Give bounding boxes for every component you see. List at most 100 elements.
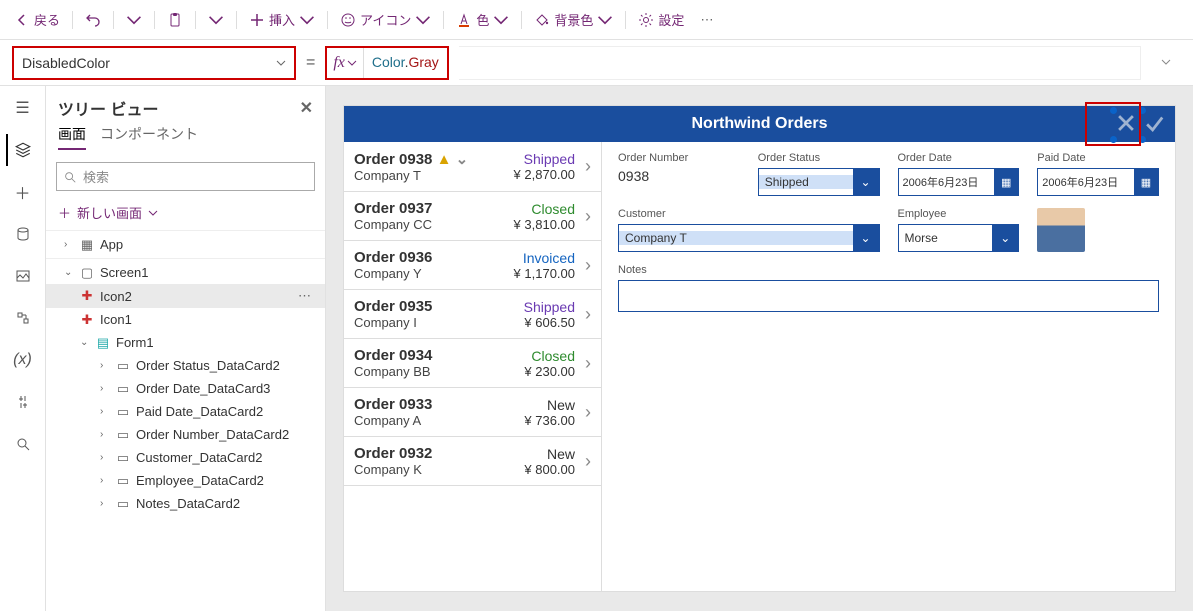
property-selector[interactable]: DisabledColor <box>12 46 296 80</box>
icon-button[interactable]: アイコン <box>334 6 437 33</box>
chevron-down-icon <box>126 12 142 28</box>
rail-flow[interactable] <box>7 302 39 334</box>
undo-chevron[interactable] <box>120 8 148 32</box>
separator <box>113 11 114 29</box>
card-icon: ▭ <box>116 359 130 373</box>
tree-node-dc-cust[interactable]: ›▭Customer_DataCard2 <box>46 446 325 469</box>
overflow-button[interactable]: ⋯ <box>694 8 719 32</box>
tree-node-dc-num[interactable]: ›▭Order Number_DataCard2 <box>46 423 325 446</box>
order-company: Company CC <box>354 217 508 232</box>
fx-button[interactable]: fx <box>327 48 364 78</box>
order-row[interactable]: Order 0937Company CCClosed¥ 3,810.00› <box>344 192 601 241</box>
order-row[interactable]: Order 0933Company ANew¥ 736.00› <box>344 388 601 437</box>
order-company: Company Y <box>354 266 508 281</box>
rail-tools[interactable] <box>7 386 39 418</box>
customer-combo[interactable]: Company T⌄ <box>618 224 880 252</box>
combo-text: Morse <box>899 231 993 245</box>
icon-icon: ✚ <box>80 313 94 327</box>
rail-data[interactable] <box>7 218 39 250</box>
separator <box>443 11 444 29</box>
insert-button[interactable]: 挿入 <box>243 6 321 33</box>
orderdate-picker[interactable]: 2006年6月23日▦ <box>898 168 1020 196</box>
tree-search[interactable]: 検索 <box>56 162 315 191</box>
paiddate-picker[interactable]: 2006年6月23日▦ <box>1037 168 1159 196</box>
warning-icon: ▲ <box>437 151 452 168</box>
new-screen-button[interactable]: ＋ 新しい画面 <box>46 197 325 228</box>
confirm-icon[interactable] <box>1143 112 1165 134</box>
separator <box>46 258 325 259</box>
layers-icon <box>14 141 32 159</box>
color-button[interactable]: 色 <box>450 6 515 33</box>
tab-screens[interactable]: 画面 <box>58 124 86 150</box>
icon-label: アイコン <box>360 10 411 29</box>
expand-icon: ⌄ <box>80 337 90 348</box>
chevron-right-icon: › <box>581 255 591 276</box>
bgcolor-button[interactable]: 背景色 <box>528 6 619 33</box>
paste-button[interactable] <box>161 8 189 32</box>
rail-insert[interactable]: ＋ <box>7 176 39 208</box>
tree-node-dc-notes[interactable]: ›▭Notes_DataCard2 <box>46 492 325 515</box>
order-row[interactable]: Order 0932Company KNew¥ 800.00› <box>344 437 601 486</box>
field-orderstatus: Order Status Shipped⌄ <box>758 152 880 196</box>
field-orderdate: Order Date 2006年6月23日▦ <box>898 152 1020 196</box>
tree-label: Icon2 <box>100 289 132 304</box>
expand-icon: › <box>100 429 110 440</box>
order-row[interactable]: Order 0938 ▲ ⌄Company TShipped¥ 2,870.00… <box>344 142 601 192</box>
tree-node-screen1[interactable]: ⌄▢Screen1 <box>46 261 325 284</box>
status-combo[interactable]: Shipped⌄ <box>758 168 880 196</box>
undo-button[interactable] <box>79 8 107 32</box>
order-list[interactable]: Order 0938 ▲ ⌄Company TShipped¥ 2,870.00… <box>344 142 602 591</box>
formula-token-1: Color <box>372 54 405 70</box>
formula-extend[interactable] <box>459 46 1141 80</box>
tab-components[interactable]: コンポーネント <box>100 124 198 150</box>
tree-node-app[interactable]: ›▦App <box>46 233 325 256</box>
selection-handles <box>1113 110 1143 140</box>
label: Order Date <box>898 152 1020 164</box>
tree-node-dc-emp[interactable]: ›▭Employee_DataCard2 <box>46 469 325 492</box>
notes-input[interactable] <box>618 280 1159 312</box>
close-icon[interactable]: ✕ <box>300 98 313 118</box>
rail-hamburger[interactable]: ☰ <box>7 92 39 124</box>
app-title: Northwind Orders <box>691 115 827 133</box>
tree-title: ツリー ビュー <box>58 96 158 120</box>
tree-node-form1[interactable]: ⌄▤Form1 <box>46 331 325 354</box>
label: Order Status <box>758 152 880 164</box>
calendar-icon: ▦ <box>1134 169 1158 195</box>
field-notes: Notes <box>618 264 1159 312</box>
rail-tree[interactable] <box>6 134 38 166</box>
card-icon: ▭ <box>116 405 130 419</box>
icon-icon: ✚ <box>80 289 94 303</box>
tree-node-dc-status[interactable]: ›▭Order Status_DataCard2 <box>46 354 325 377</box>
label: Notes <box>618 264 1159 276</box>
tree-label: Icon1 <box>100 312 132 327</box>
tree-node-icon2[interactable]: ✚ Icon2 ⋯ <box>46 284 325 308</box>
order-row[interactable]: Order 0936Company YInvoiced¥ 1,170.00› <box>344 241 601 290</box>
order-status: Closed <box>524 348 575 364</box>
formula-bar[interactable]: fx Color.Gray <box>325 46 448 80</box>
clipboard-icon <box>167 12 183 28</box>
rail-variables[interactable]: (x) <box>7 344 39 376</box>
employee-combo[interactable]: Morse⌄ <box>898 224 1020 252</box>
more-icon[interactable]: ⋯ <box>298 288 319 304</box>
tree-node-dc-paid[interactable]: ›▭Paid Date_DataCard2 <box>46 400 325 423</box>
card-icon: ▭ <box>116 451 130 465</box>
tree-node-icon1[interactable]: ✚ Icon1 <box>46 308 325 331</box>
rail-search[interactable] <box>7 428 39 460</box>
label: Order Number <box>618 152 740 164</box>
rail-media[interactable] <box>7 260 39 292</box>
order-title: Order 0932 <box>354 445 518 462</box>
settings-button[interactable]: 設定 <box>632 6 690 33</box>
order-status: Shipped <box>514 151 575 167</box>
formula-input[interactable]: Color.Gray <box>364 54 447 71</box>
tree-label: Form1 <box>116 335 154 350</box>
tree-node-dc-orderdate[interactable]: ›▭Order Date_DataCard3 <box>46 377 325 400</box>
order-row[interactable]: Order 0934Company BBClosed¥ 230.00› <box>344 339 601 388</box>
paste-chevron[interactable] <box>202 8 230 32</box>
back-button[interactable]: 戻る <box>8 6 66 33</box>
flow-icon <box>15 310 31 326</box>
separator <box>72 11 73 29</box>
settings-label: 設定 <box>658 10 684 29</box>
order-row[interactable]: Order 0935Company IShipped¥ 606.50› <box>344 290 601 339</box>
formula-expand[interactable] <box>1151 54 1181 72</box>
order-company: Company T <box>354 168 508 183</box>
